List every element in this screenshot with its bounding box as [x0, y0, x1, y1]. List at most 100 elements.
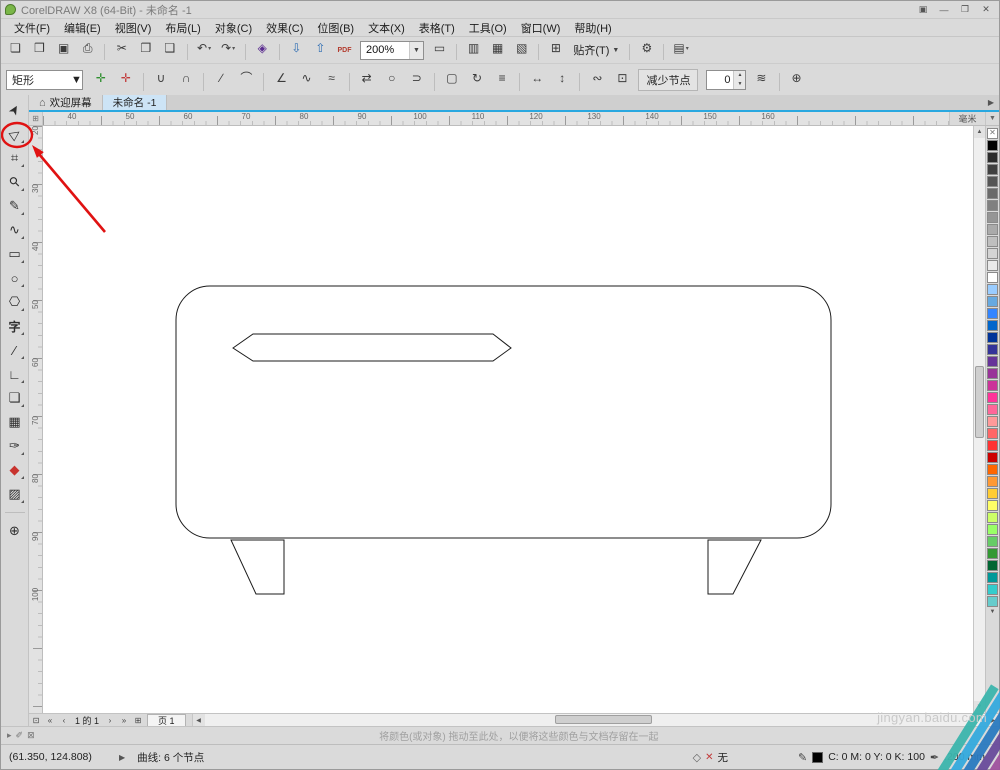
symmetrical-node-button[interactable]: ≈ [321, 67, 343, 89]
restore-button[interactable]: ❐ [956, 3, 974, 17]
tab-scroll-right-button[interactable]: ▶ [983, 95, 999, 110]
palette-swatch[interactable] [987, 596, 998, 607]
eyedropper-small-icon[interactable]: ✐ [16, 730, 24, 741]
palette-swatch[interactable] [987, 476, 998, 487]
reflect-vertical-button[interactable]: ↕ [551, 67, 573, 89]
show-grid-button[interactable]: ▦ [487, 38, 508, 59]
reduce-nodes-button[interactable]: 减少节点 [638, 68, 699, 91]
zoom-tool[interactable]: ⚲ [3, 170, 27, 194]
tab-untitled-document[interactable]: 未命名 -1 [102, 95, 168, 110]
convert-to-line-button[interactable]: ∕ [210, 67, 232, 89]
palette-swatch[interactable] [987, 164, 998, 175]
curve-smoothness-stepper[interactable]: 0 ▲ ▼ [706, 69, 747, 90]
smooth-node-button[interactable]: ∿ [296, 67, 318, 89]
delete-node-button[interactable]: ✛ [115, 67, 137, 89]
palette-swatch[interactable] [987, 380, 998, 391]
palette-swatch[interactable] [987, 236, 998, 247]
scroll-left-icon[interactable]: ◀ [192, 714, 205, 726]
palette-swatch[interactable] [987, 548, 998, 559]
dimension-tool[interactable]: ∕ [3, 338, 27, 362]
vertical-ruler[interactable]: 20 30 40 50 60 70 80 90 100 [29, 126, 43, 713]
menu-item[interactable]: 位图(B) [310, 19, 361, 37]
palette-swatch[interactable] [987, 152, 998, 163]
reverse-direction-button[interactable]: ⇄ [356, 67, 378, 89]
menu-item[interactable]: 文本(X) [361, 19, 412, 37]
no-color-small-icon[interactable]: ⊠ [27, 730, 35, 741]
horizontal-ruler[interactable]: 40 50 60 70 80 90 100 110 120 130 140 150 160 [43, 112, 949, 125]
palette-swatch[interactable] [987, 140, 998, 151]
palette-swatch[interactable] [987, 320, 998, 331]
palette-swatch[interactable] [987, 356, 998, 367]
ruler-options-button[interactable]: ▼ [985, 112, 999, 125]
copy-button[interactable]: ❐ [135, 38, 156, 59]
chevron-down-icon[interactable]: ▼ [71, 74, 82, 86]
redo-button[interactable]: ↷ [218, 38, 239, 59]
export-button[interactable]: ⇧ [310, 38, 331, 59]
pick-tool[interactable]: ➤ [3, 98, 27, 122]
close-curve-button[interactable]: ○ [381, 67, 403, 89]
palette-swatch[interactable] [987, 284, 998, 295]
add-button[interactable]: ⊕ [786, 67, 808, 89]
navigator-grid-button[interactable]: ⊡ [29, 714, 43, 726]
full-screen-preview-button[interactable]: ▭ [429, 38, 450, 59]
palette-swatch[interactable] [987, 188, 998, 199]
paste-button[interactable]: ❑ [159, 38, 180, 59]
scroll-right-icon[interactable]: ▶ [987, 714, 999, 726]
connector-tool[interactable]: ∟ [3, 362, 27, 386]
palette-swatch[interactable] [987, 248, 998, 259]
minimize-button[interactable]: — [935, 3, 953, 17]
palette-swatch[interactable] [987, 524, 998, 535]
new-document-button[interactable]: ❏ [5, 38, 26, 59]
scroll-down-icon[interactable]: ▼ [974, 701, 985, 713]
flyout-arrow-icon[interactable]: ▸ [7, 730, 12, 741]
ruler-origin-button[interactable]: ⊞ [29, 112, 43, 125]
elastic-mode-button[interactable]: ∾ [586, 67, 608, 89]
palette-swatch[interactable] [987, 344, 998, 355]
menu-item[interactable]: 对象(C) [208, 19, 259, 37]
scroll-up-icon[interactable]: ▲ [974, 126, 985, 138]
show-rulers-button[interactable]: ▥ [463, 38, 484, 59]
palette-swatch[interactable] [987, 404, 998, 415]
last-page-button[interactable]: » [117, 714, 131, 726]
menu-item[interactable]: 编辑(E) [57, 19, 108, 37]
palette-swatch[interactable] [987, 296, 998, 307]
select-all-nodes-button[interactable]: ⊡ [611, 67, 633, 89]
menu-item[interactable]: 布局(L) [158, 19, 207, 37]
crop-tool[interactable]: ⌗ [3, 146, 27, 170]
menu-item[interactable]: 效果(C) [259, 19, 310, 37]
palette-swatch[interactable] [987, 428, 998, 439]
transparency-tool[interactable]: ▦ [3, 410, 27, 434]
menu-item[interactable]: 帮助(H) [567, 19, 618, 37]
whats-new-button[interactable]: ▣ [914, 3, 932, 17]
text-tool[interactable]: 字 [3, 314, 27, 338]
search-content-button[interactable]: ◈ [252, 38, 273, 59]
menu-item[interactable]: 文件(F) [7, 19, 57, 37]
rotate-nodes-button[interactable]: ↻ [466, 67, 488, 89]
show-guidelines-button[interactable]: ▧ [511, 38, 532, 59]
palette-swatch[interactable] [987, 488, 998, 499]
palette-swatch[interactable] [987, 368, 998, 379]
reflect-horizontal-button[interactable]: ↔ [526, 67, 548, 89]
palette-swatch[interactable] [987, 452, 998, 463]
drop-shadow-tool[interactable]: ❏ [3, 386, 27, 410]
zoom-level-combo[interactable]: 200% ▼ [360, 40, 424, 60]
undo-button[interactable]: ↶ [194, 38, 215, 59]
menu-item[interactable]: 视图(V) [108, 19, 159, 37]
palette-swatch[interactable] [987, 212, 998, 223]
customize-toolbox-button[interactable]: ⊕ [3, 519, 27, 543]
palette-swatch[interactable] [987, 332, 998, 343]
palette-swatch[interactable] [987, 464, 998, 475]
menu-item[interactable]: 工具(O) [462, 19, 514, 37]
interactive-fill-tool[interactable]: ◆ [3, 458, 27, 482]
horizontal-scrollbar[interactable]: ◀ ▶ [191, 714, 999, 726]
palette-swatch[interactable] [987, 200, 998, 211]
palette-swatch[interactable] [987, 560, 998, 571]
mesh-fill-tool[interactable]: ▨ [3, 482, 27, 506]
open-button[interactable]: ❒ [29, 38, 50, 59]
print-button[interactable]: ⎙ [77, 38, 98, 59]
first-page-button[interactable]: « [43, 714, 57, 726]
publish-pdf-button[interactable]: PDF [334, 40, 355, 61]
palette-swatch[interactable] [987, 416, 998, 427]
menu-item[interactable]: 窗口(W) [514, 19, 568, 37]
polygon-tool[interactable]: ⎔ [3, 290, 27, 314]
